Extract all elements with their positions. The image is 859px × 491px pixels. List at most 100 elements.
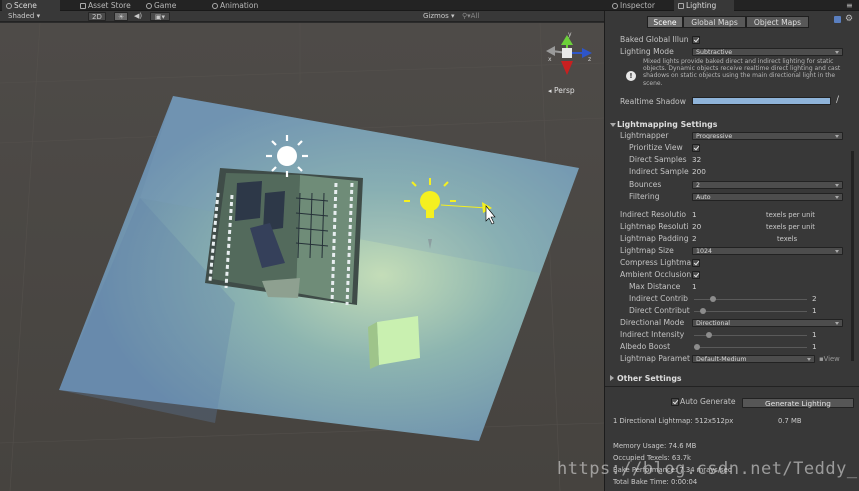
gizmos-dropdown[interactable]: Gizmos ▾ [423, 12, 455, 21]
lightmap-parameters-dropdown[interactable]: Default-Medium [692, 355, 815, 363]
book-icon[interactable] [834, 16, 841, 23]
expand-arrow-icon[interactable] [610, 123, 616, 127]
indirect-contribution-slider[interactable] [694, 296, 807, 302]
max-distance-label: Max Distance [629, 282, 681, 291]
store-icon [80, 3, 86, 9]
indirect-intensity-slider[interactable] [694, 332, 807, 338]
direct-samples-label: Direct Samples [629, 155, 687, 164]
tab-inspector[interactable]: Inspector [608, 0, 659, 11]
tab-animation[interactable]: Animation [208, 0, 262, 11]
tab-lighting[interactable]: Lighting [674, 0, 734, 11]
albedo-boost-field[interactable]: 1 [812, 341, 817, 352]
direct-contribution-slider[interactable] [694, 308, 807, 314]
max-distance-field[interactable]: 1 [692, 281, 697, 292]
bounces-label: Bounces [629, 180, 662, 189]
realtime-shadow-color-field[interactable] [692, 97, 831, 105]
effects-dropdown-icon[interactable]: ▣▾ [150, 12, 170, 21]
prioritize-view-label: Prioritize View [629, 143, 683, 152]
direct-contribution-label: Direct Contribut [629, 306, 690, 315]
ambient-occlusion-checkbox[interactable] [692, 271, 700, 279]
lightmap-size-dropdown[interactable]: 1024 [692, 247, 843, 255]
albedo-boost-label: Albedo Boost [620, 342, 671, 351]
directional-mode-dropdown[interactable]: Directional [692, 319, 843, 327]
direct-samples-field[interactable]: 32 [692, 154, 701, 165]
baked-gi-label: Baked Global Illun [620, 35, 689, 44]
scrollbar[interactable] [851, 151, 854, 361]
game-icon [146, 3, 152, 9]
lightmapper-dropdown[interactable]: Progressive [692, 132, 843, 140]
total-bake-time: Total Bake Time: 0:00:04 [613, 478, 698, 486]
eyedropper-icon[interactable]: ∕ [836, 95, 839, 105]
indirect-samples-field[interactable]: 200 [692, 166, 706, 177]
info-icon [612, 3, 618, 9]
lightmap-resolution-label: Lightmap Resoluti [620, 222, 689, 231]
lightmap-size-label: Lightmap Size [620, 246, 674, 255]
indirect-resolution-label: Indirect Resolutio [620, 210, 687, 219]
indirect-contribution-field[interactable]: 2 [812, 293, 817, 304]
subtab-global-maps[interactable]: Global Maps [683, 16, 746, 28]
lightmap-size-mb: 0.7 MB [778, 417, 802, 425]
auto-generate-label: Auto Generate [680, 397, 736, 406]
compress-lightmaps-checkbox[interactable] [692, 259, 700, 267]
tab-menu-icon[interactable]: ≡ [842, 0, 857, 11]
compress-lightmaps-label: Compress Lightma [620, 258, 692, 267]
tab-scene[interactable]: Scene [2, 0, 60, 11]
gear-icon[interactable]: ⚙ [845, 14, 853, 24]
directional-mode-label: Directional Mode [620, 318, 685, 327]
auto-generate-checkbox[interactable] [671, 398, 679, 406]
window-tab-bar: Scene Asset Store Game Animation Inspect… [0, 0, 859, 11]
indirect-resolution-field[interactable]: 1 [692, 209, 697, 220]
scene-toolbar: Shaded ▾ 2D ☀ ◀) ▣▾ Gizmos ▾ ⚲▾All [0, 11, 604, 22]
indirect-contribution-label: Indirect Contrib [629, 294, 688, 303]
lighting-mode-label: Lighting Mode [620, 47, 674, 56]
view-parameters-button[interactable]: ▪View [819, 355, 840, 363]
direct-contribution-field[interactable]: 1 [812, 305, 817, 316]
indirect-intensity-label: Indirect Intensity [620, 330, 685, 339]
lighting-icon [678, 3, 684, 9]
other-settings-header[interactable]: Other Settings [617, 373, 682, 384]
watermark: https://blog.csdn.net/Teddy_k [557, 459, 859, 479]
subtab-object-maps[interactable]: Object Maps [746, 16, 809, 28]
tab-game[interactable]: Game [142, 0, 180, 11]
scene-search-input[interactable]: ⚲▾All [462, 12, 479, 21]
lighting-mode-dropdown[interactable]: Subtractive [692, 48, 843, 56]
scene-icon [6, 3, 12, 9]
lightmapper-label: Lightmapper [620, 131, 669, 140]
baked-gi-checkbox[interactable] [692, 36, 700, 44]
divider [605, 386, 859, 387]
slider-knob[interactable] [710, 296, 716, 302]
persp-label[interactable]: Persp [554, 86, 575, 95]
ambient-occlusion-label: Ambient Occlusion [620, 270, 692, 279]
albedo-boost-slider[interactable] [694, 344, 807, 350]
lightmapping-settings-header[interactable]: Lightmapping Settings [617, 119, 717, 130]
subtab-scene[interactable]: Scene [647, 16, 683, 28]
audio-toggle-icon[interactable]: ◀) [134, 12, 142, 21]
lighting-panel: Scene Global Maps Object Maps ⚙ Baked Gl… [604, 11, 859, 491]
memory-usage: Memory Usage: 74.6 MB [613, 442, 697, 450]
slider-knob[interactable] [700, 308, 706, 314]
lightmap-padding-unit: texels [777, 235, 798, 243]
generate-lighting-button[interactable]: Generate Lighting [742, 398, 854, 408]
prioritize-view-checkbox[interactable] [692, 144, 700, 152]
indirect-samples-label: Indirect Sample [629, 167, 689, 176]
bounces-dropdown[interactable]: 2 [692, 181, 843, 189]
tab-asset-store[interactable]: Asset Store [76, 0, 135, 11]
scene-viewport[interactable]: y z x Persp ◂ [0, 23, 604, 491]
2d-toggle[interactable]: 2D [88, 12, 106, 21]
indirect-intensity-field[interactable]: 1 [812, 329, 817, 340]
shading-mode-dropdown[interactable]: Shaded ▾ [8, 12, 40, 21]
building[interactable] [205, 168, 363, 306]
lightmap-resolution-field[interactable]: 20 [692, 221, 701, 232]
indirect-resolution-unit: texels per unit [766, 211, 815, 219]
filtering-dropdown[interactable]: Auto [692, 193, 843, 201]
persp-arrow-icon: ◂ [548, 87, 552, 95]
collapse-arrow-icon[interactable] [610, 375, 614, 381]
lightmap-parameters-label: Lightmap Paramet [620, 354, 690, 363]
slider-knob[interactable] [694, 344, 700, 350]
slider-knob[interactable] [706, 332, 712, 338]
lightmap-padding-field[interactable]: 2 [692, 233, 697, 244]
info-icon: ! [626, 71, 636, 81]
scene-lighting-toggle-icon[interactable]: ☀ [114, 12, 128, 21]
lighting-mode-info: Mixed lights provide baked direct and in… [643, 58, 841, 87]
lightmap-resolution-unit: texels per unit [766, 223, 815, 231]
